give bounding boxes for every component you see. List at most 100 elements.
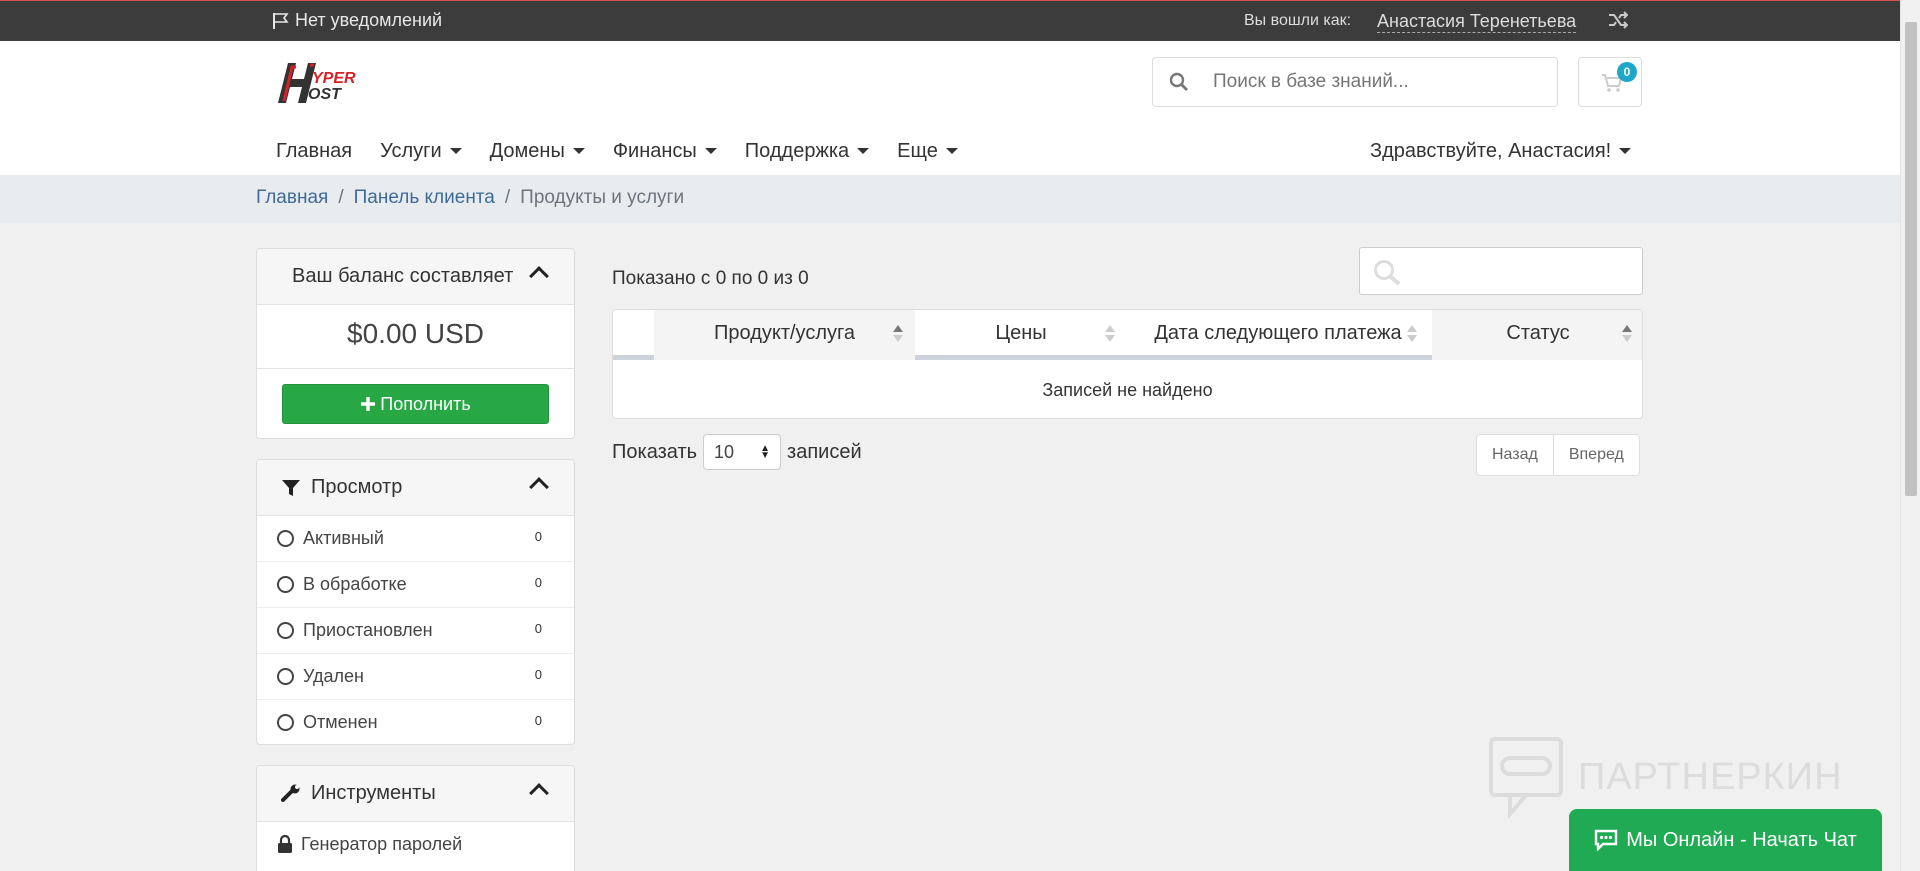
caret-down-icon xyxy=(945,148,958,154)
table-info: Показано с 0 по 0 из 0 xyxy=(612,268,809,289)
next-page-button[interactable]: Вперед xyxy=(1552,435,1639,475)
chat-icon xyxy=(1595,829,1618,851)
nav-item-support[interactable]: Поддержка xyxy=(731,133,883,169)
sort-icon xyxy=(1105,325,1115,343)
live-chat-button[interactable]: Мы Онлайн - Начать Чат xyxy=(1569,809,1882,871)
nav-item-home[interactable]: Главная xyxy=(262,133,366,169)
chevron-up-icon[interactable] xyxy=(529,477,549,497)
caret-down-icon xyxy=(449,148,462,154)
caret-down-icon xyxy=(857,148,870,154)
balance-panel-header[interactable]: Ваш баланс составляет xyxy=(257,249,574,305)
filter-item-pending[interactable]: В обработке 0 xyxy=(257,562,574,608)
breadcrumb-current: Продукты и услуги xyxy=(520,187,685,208)
filter-icon xyxy=(282,479,300,496)
sort-icon xyxy=(893,325,903,343)
user-name-link[interactable]: Анастасия Теренетьева xyxy=(1377,10,1577,33)
tools-title: Инструменты xyxy=(311,782,436,804)
top-bar: Нет уведомлений Вы вошли как: Анастасия … xyxy=(0,0,1900,41)
select-arrows-icon: ▲ ▼ xyxy=(760,443,771,461)
plus-icon xyxy=(361,397,376,411)
sort-icon xyxy=(1407,325,1417,343)
page-scrollbar[interactable] xyxy=(1900,0,1920,871)
column-header-price[interactable]: Цены xyxy=(915,310,1127,360)
table-length-control: Показать 10 ▲ ▼ записей xyxy=(612,434,862,470)
nav-item-services[interactable]: Услуги xyxy=(366,133,476,169)
logged-in-label: Вы вошли как: xyxy=(1244,12,1352,29)
page-size-select[interactable]: 10 ▲ ▼ xyxy=(703,434,782,470)
filter-count: 0 xyxy=(534,529,542,544)
filter-count: 0 xyxy=(534,575,542,590)
lock-icon xyxy=(278,835,292,853)
breadcrumb-separator: / xyxy=(338,187,344,208)
tool-item-password-generator[interactable]: Генератор паролей xyxy=(257,822,574,868)
svg-text:YPER: YPER xyxy=(312,70,356,87)
account-menu[interactable]: Здравствуйте, Анастасия! xyxy=(1370,133,1632,169)
header: YPER OST 0 Главная Услуги Домены Финансы… xyxy=(0,41,1900,175)
breadcrumb: Главная / Панель клиента / Продукты и ус… xyxy=(0,175,1900,223)
length-suffix: записей xyxy=(787,440,862,463)
caret-down-icon xyxy=(1619,148,1632,154)
filter-count: 0 xyxy=(534,667,542,682)
tools-panel-header[interactable]: Инструменты xyxy=(257,766,574,822)
length-prefix: Показать xyxy=(612,440,698,463)
hyperhost-logo[interactable]: YPER OST xyxy=(270,57,396,107)
cart-count-badge: 0 xyxy=(1617,62,1637,82)
cart-button[interactable]: 0 xyxy=(1578,57,1642,107)
tools-panel: Инструменты Генератор паролей xyxy=(256,765,575,871)
balance-amount: $0.00 USD xyxy=(257,305,574,369)
svg-text:OST: OST xyxy=(308,86,342,103)
knowledgebase-search[interactable] xyxy=(1152,57,1558,107)
watermark: ПАРТНЕРКИН xyxy=(1488,736,1843,818)
main-nav: Главная Услуги Домены Финансы Поддержка … xyxy=(262,133,972,169)
scrollbar-thumb[interactable] xyxy=(1905,22,1917,496)
radio-icon[interactable] xyxy=(277,668,294,685)
nav-item-billing[interactable]: Финансы xyxy=(599,133,731,169)
view-filter-title: Просмотр xyxy=(311,476,403,498)
balance-title: Ваш баланс составляет xyxy=(292,265,514,287)
nav-item-domains[interactable]: Домены xyxy=(476,133,599,169)
column-header-product[interactable]: Продукт/услуга xyxy=(654,310,915,360)
watermark-text: ПАРТНЕРКИН xyxy=(1578,755,1843,798)
search-icon xyxy=(1169,72,1188,91)
greeting-label: Здравствуйте, Анастасия! xyxy=(1370,140,1612,162)
radio-icon[interactable] xyxy=(277,530,294,547)
sort-icon xyxy=(1622,325,1632,343)
pagination: Назад Вперед xyxy=(1476,434,1640,476)
table-empty-message: Записей не найдено xyxy=(1042,380,1213,400)
radio-icon[interactable] xyxy=(277,714,294,731)
column-header-next-due[interactable]: Дата следующего платежа xyxy=(1127,310,1429,360)
breadcrumb-separator: / xyxy=(504,187,511,208)
nav-item-more[interactable]: Еще xyxy=(883,133,972,169)
filter-item-active[interactable]: Активный 0 xyxy=(257,516,574,562)
radio-icon[interactable] xyxy=(277,576,294,593)
breadcrumb-client-area[interactable]: Панель клиента xyxy=(354,187,495,209)
table-search-input[interactable] xyxy=(1359,247,1643,295)
filter-item-cancelled[interactable]: Отменен 0 xyxy=(257,700,574,744)
filter-item-terminated[interactable]: Удален 0 xyxy=(257,654,574,700)
caret-down-icon xyxy=(572,148,585,154)
knowledgebase-search-input[interactable] xyxy=(1213,58,1543,106)
topup-button[interactable]: Пополнить xyxy=(282,384,549,424)
chevron-up-icon[interactable] xyxy=(529,783,549,803)
table-header: Продукт/услуга Цены Дата следующего плат… xyxy=(613,310,1642,360)
search-icon xyxy=(1374,260,1401,286)
notifications-link[interactable]: Нет уведомлений xyxy=(271,10,442,31)
filter-item-suspended[interactable]: Приостановлен 0 xyxy=(257,608,574,654)
chevron-up-icon[interactable] xyxy=(529,266,549,286)
notifications-label: Нет уведомлений xyxy=(295,10,443,30)
view-filter-header[interactable]: Просмотр xyxy=(257,460,574,516)
breadcrumb-home[interactable]: Главная xyxy=(256,187,328,209)
flag-icon xyxy=(273,12,289,29)
services-table: Продукт/услуга Цены Дата следующего плат… xyxy=(612,309,1643,419)
column-header-status[interactable]: Статус xyxy=(1432,310,1642,360)
prev-page-button[interactable]: Назад xyxy=(1477,435,1553,475)
filter-count: 0 xyxy=(534,713,542,728)
shuffle-icon[interactable] xyxy=(1608,11,1630,31)
radio-icon[interactable] xyxy=(277,622,294,639)
caret-down-icon xyxy=(704,148,717,154)
view-filter-panel: Просмотр Активный 0 В обработке 0 Приост… xyxy=(256,459,575,745)
filter-count: 0 xyxy=(534,621,542,636)
wrench-icon xyxy=(281,784,300,802)
watermark-logo-icon xyxy=(1489,737,1563,818)
balance-panel: Ваш баланс составляет $0.00 USD Пополнит… xyxy=(256,248,575,439)
